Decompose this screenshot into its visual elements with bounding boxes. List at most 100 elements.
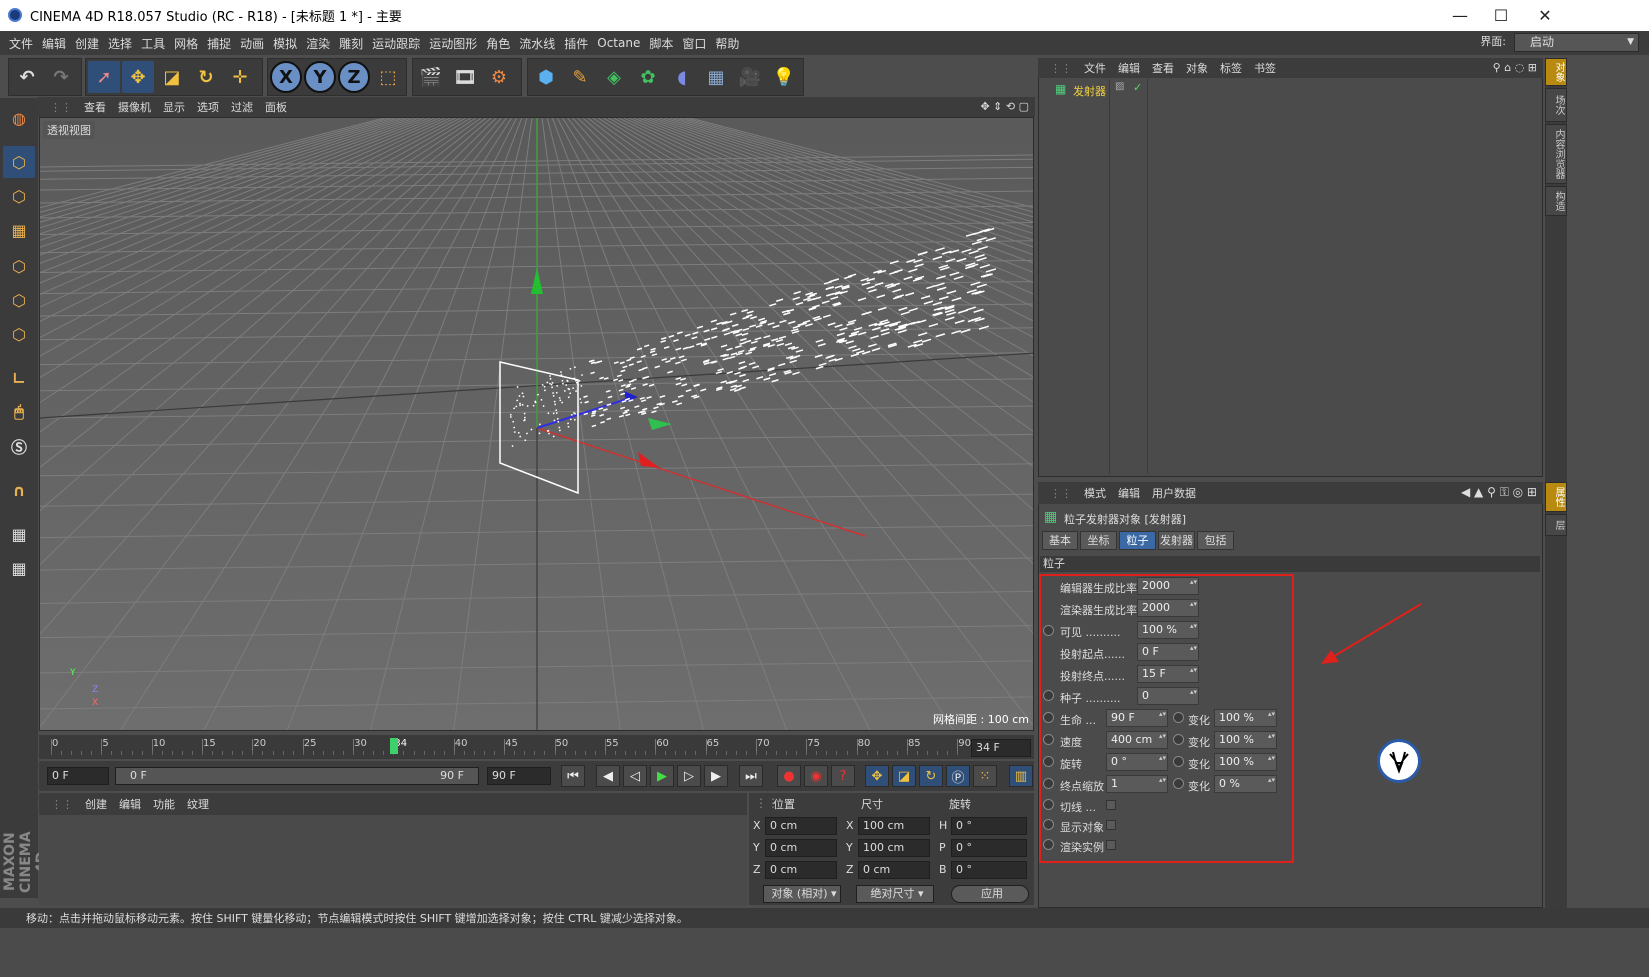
side-tab-layers[interactable]: 层 xyxy=(1545,514,1567,536)
scale-icon[interactable]: ◪ xyxy=(156,61,188,93)
tab-coord[interactable]: 坐标 xyxy=(1080,531,1117,550)
attr-menu-mode[interactable]: 模式 xyxy=(1084,485,1106,501)
next-key-icon[interactable]: ▶ xyxy=(704,765,728,787)
viewport-nav-icons[interactable]: ✥ ⇕ ⟲ ▢ xyxy=(980,100,1029,113)
menu-help[interactable]: 帮助 xyxy=(715,35,739,52)
y-axis-button[interactable]: Y xyxy=(304,61,336,93)
object-menu-tags[interactable]: 标签 xyxy=(1220,60,1242,76)
edges-mode-icon[interactable]: ⬡ xyxy=(3,284,35,316)
side-tab-content-browser[interactable]: 内容浏览器 xyxy=(1545,124,1567,184)
redo-icon[interactable]: ↷ xyxy=(45,61,77,93)
workplane-lock-icon[interactable]: ▦ xyxy=(3,518,35,550)
render-view-icon[interactable]: 🎬 xyxy=(415,61,447,93)
viewport-menu-display[interactable]: 显示 xyxy=(163,99,185,115)
key-rotation-icon[interactable]: ↻ xyxy=(919,765,943,787)
tab-include[interactable]: 包括 xyxy=(1197,531,1234,550)
perspective-viewport[interactable]: 透视视图 网格间距 : 100 cm Y Z X xyxy=(39,117,1034,731)
key-pla-icon[interactable]: ⁙ xyxy=(973,765,997,787)
viewport-menu-panel[interactable]: 面板 xyxy=(265,99,287,115)
cloner-icon[interactable]: ✿ xyxy=(632,61,664,93)
coord-size-field[interactable]: 100 cm xyxy=(858,817,930,835)
material-menu-edit[interactable]: 编辑 xyxy=(119,796,141,812)
timeline-window-icon[interactable]: ▥ xyxy=(1009,765,1033,787)
pen-icon[interactable]: ✎ xyxy=(564,61,596,93)
side-tab-takes[interactable]: 场次 xyxy=(1545,88,1567,122)
menu-simulate[interactable]: 模拟 xyxy=(273,35,297,52)
move-icon[interactable]: ✥ xyxy=(122,61,154,93)
material-menu-texture[interactable]: 纹理 xyxy=(187,796,209,812)
floor-icon[interactable]: ▦ xyxy=(700,61,732,93)
prev-key-icon[interactable]: ◀ xyxy=(596,765,620,787)
start-frame-field[interactable]: 0 F xyxy=(47,767,109,785)
coord-mode-select[interactable]: 对象 (相对) ▾ xyxy=(763,885,841,903)
coord-size-field[interactable]: 0 cm xyxy=(858,861,930,879)
axis-mode-icon[interactable]: ∟ xyxy=(3,362,35,394)
menu-sculpt[interactable]: 雕刻 xyxy=(339,35,363,52)
z-axis-button[interactable]: Z xyxy=(338,61,370,93)
coordinate-system-icon[interactable]: ⬚ xyxy=(372,61,404,93)
object-menu-edit[interactable]: 编辑 xyxy=(1118,60,1140,76)
timeline-ruler[interactable]: 0 5 10 15 20 25 30 34 40 45 50 55 60 65 70 75 80 85 90 34 … xyxy=(39,735,1034,759)
next-frame-icon[interactable]: ▷ xyxy=(677,765,701,787)
enabled-check-icon[interactable]: ✓ xyxy=(1133,81,1142,94)
menu-mesh[interactable]: 网格 xyxy=(174,35,198,52)
cube-icon[interactable]: ⬢ xyxy=(530,61,562,93)
render-settings-icon[interactable]: ⚙ xyxy=(483,61,515,93)
light-icon[interactable]: 💡 xyxy=(768,61,800,93)
menu-window[interactable]: 窗口 xyxy=(682,35,706,52)
attr-menu-edit[interactable]: 编辑 xyxy=(1118,485,1140,501)
undo-icon[interactable]: ↶ xyxy=(11,61,43,93)
object-menu-view[interactable]: 查看 xyxy=(1152,60,1174,76)
end-frame-field[interactable]: 90 F xyxy=(487,767,551,785)
viewport-menu-view[interactable]: 查看 xyxy=(84,99,106,115)
magnet-icon[interactable]: ∩ xyxy=(3,474,35,506)
key-scale-icon[interactable]: ◪ xyxy=(892,765,916,787)
rotate-icon[interactable]: ↻ xyxy=(190,61,222,93)
goto-start-icon[interactable]: ⏮ xyxy=(561,765,585,787)
coord-rot-field[interactable]: 0 ° xyxy=(951,817,1027,835)
goto-end-icon[interactable]: ⏭ xyxy=(739,765,763,787)
side-tab-attributes[interactable]: 属性 xyxy=(1545,482,1567,512)
keyframe-selection-icon[interactable]: ? xyxy=(831,765,855,787)
record-key-icon[interactable]: ● xyxy=(777,765,801,787)
menu-script[interactable]: 脚本 xyxy=(649,35,673,52)
menu-create[interactable]: 创建 xyxy=(75,35,99,52)
minimize-button[interactable]: — xyxy=(1437,0,1483,31)
maximize-button[interactable]: ☐ xyxy=(1478,0,1524,31)
object-manager[interactable]: ▦ 发射器 ▨ ✓ xyxy=(1038,58,1543,477)
object-menu-file[interactable]: 文件 xyxy=(1084,60,1106,76)
subdivision-icon[interactable]: ◈ xyxy=(598,61,630,93)
key-parameter-icon[interactable]: Ⓟ xyxy=(946,765,970,787)
coord-rot-field[interactable]: 0 ° xyxy=(951,861,1027,879)
texture-mode-icon[interactable]: ⬡ xyxy=(3,180,35,212)
menu-octane[interactable]: Octane xyxy=(597,36,640,50)
coord-size-field[interactable]: 100 cm xyxy=(858,839,930,857)
grid-icon[interactable]: ▦ xyxy=(3,552,35,584)
menu-file[interactable]: 文件 xyxy=(9,35,33,52)
workplane-icon[interactable]: ▦ xyxy=(3,214,35,246)
tab-emitter[interactable]: 发射器 xyxy=(1158,531,1195,550)
viewport-menu-filter[interactable]: 过滤 xyxy=(231,99,253,115)
key-position-icon[interactable]: ✥ xyxy=(865,765,889,787)
timeline-playhead[interactable] xyxy=(390,738,398,754)
polygons-mode-icon[interactable]: ⬡ xyxy=(3,318,35,350)
autokey-icon[interactable]: ◉ xyxy=(804,765,828,787)
tab-particle[interactable]: 粒子 xyxy=(1119,531,1156,550)
viewport-menu-camera[interactable]: 摄像机 xyxy=(118,99,151,115)
play-icon[interactable]: ▶ xyxy=(650,765,674,787)
move-tool-icon[interactable]: ✛ xyxy=(224,61,256,93)
tweak-mode-icon[interactable]: 🖱 xyxy=(3,396,35,428)
layout-select[interactable]: 启动 ▼ xyxy=(1514,33,1639,52)
menu-tools[interactable]: 工具 xyxy=(141,35,165,52)
menu-edit[interactable]: 编辑 xyxy=(42,35,66,52)
object-row[interactable]: ▦ 发射器 ▨ ✓ xyxy=(1041,81,1541,99)
object-menu-bookmarks[interactable]: 书签 xyxy=(1254,60,1276,76)
coord-pos-field[interactable]: 0 cm xyxy=(765,861,837,879)
tab-basic[interactable]: 基本 xyxy=(1042,531,1078,550)
prev-frame-icon[interactable]: ◁ xyxy=(623,765,647,787)
coord-pos-field[interactable]: 0 cm xyxy=(765,839,837,857)
material-menu-create[interactable]: 创建 xyxy=(85,796,107,812)
menu-motion-tracker[interactable]: 运动跟踪 xyxy=(372,35,420,52)
coord-rot-field[interactable]: 0 ° xyxy=(951,839,1027,857)
current-frame-field[interactable]: 34 F xyxy=(971,739,1031,757)
